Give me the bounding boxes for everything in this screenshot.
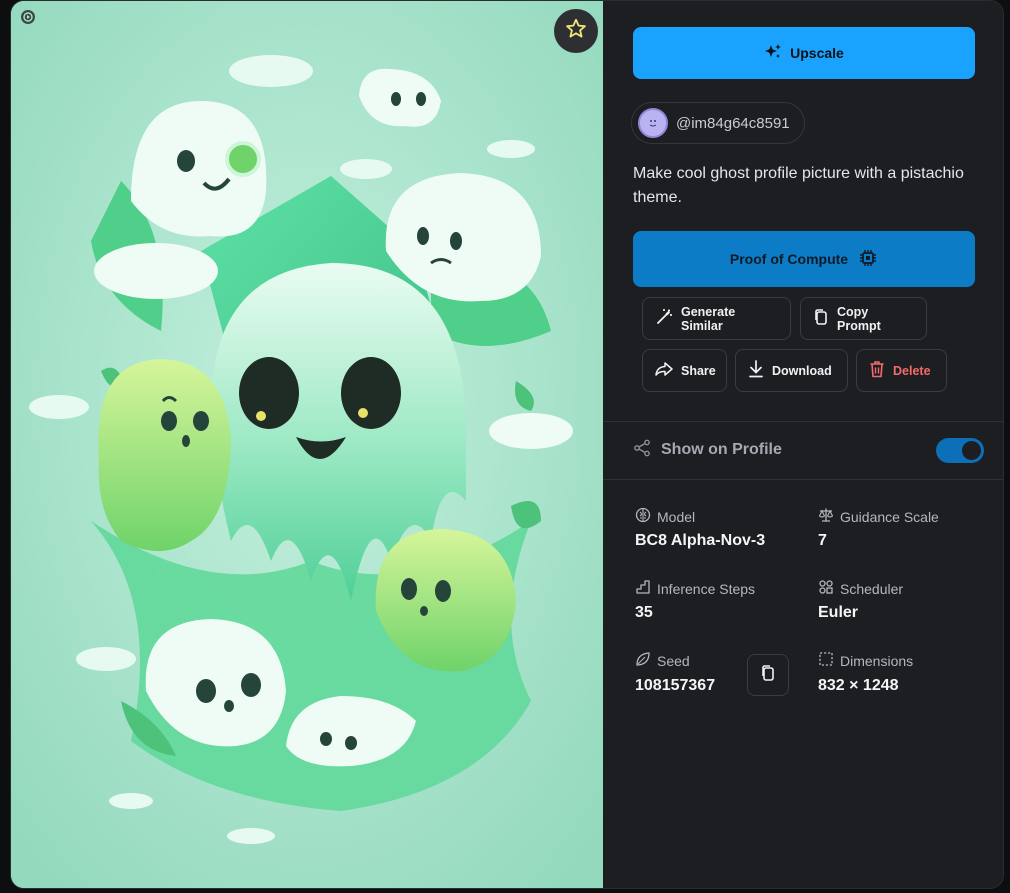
steps-icon	[635, 579, 651, 598]
prompt-text: Make cool ghost profile picture with a p…	[633, 165, 964, 206]
sparkles-icon	[764, 43, 782, 64]
share-icon	[655, 361, 673, 380]
star-icon	[564, 17, 588, 46]
leaf-icon	[635, 651, 651, 670]
play-icon[interactable]	[21, 10, 35, 24]
show-on-profile-row: Show on Profile	[633, 433, 983, 467]
delete-button[interactable]: Delete	[856, 349, 947, 392]
divider	[603, 479, 1003, 480]
download-icon	[748, 360, 764, 381]
brain-icon	[635, 507, 651, 526]
dimensions-value: 832 × 1248	[818, 677, 899, 694]
copy-icon	[760, 664, 776, 687]
trash-icon	[869, 360, 885, 381]
proof-label: Proof of Compute	[729, 251, 849, 267]
scheduler-icon	[818, 579, 834, 598]
proof-of-compute-button[interactable]: Proof of Compute	[633, 231, 975, 287]
scheduler-value: Euler	[818, 604, 859, 621]
image-detail-card: Upscale @im84g64c8591 Make cool ghost pr…	[10, 0, 1004, 889]
upscale-button[interactable]: Upscale	[633, 27, 975, 79]
share-label: Share	[681, 363, 716, 378]
divider	[603, 421, 1003, 422]
download-label: Download	[772, 363, 832, 378]
download-button[interactable]: Download	[735, 349, 848, 392]
user-handle: @im84g64c8591	[676, 114, 790, 132]
details-panel: Upscale @im84g64c8591 Make cool ghost pr…	[603, 1, 1003, 888]
share-button[interactable]: Share	[642, 349, 727, 392]
copy-seed-button[interactable]	[747, 654, 789, 696]
seed-value: 108157367	[635, 677, 716, 694]
dimensions-label: Dimensions	[818, 651, 913, 670]
copy-icon	[813, 308, 829, 329]
guidance-scale-label: Guidance Scale	[818, 507, 939, 526]
magic-wand-icon	[655, 308, 673, 329]
chip-icon	[858, 248, 878, 271]
seed-label: Seed	[635, 651, 690, 670]
user-chip[interactable]: @im84g64c8591	[631, 102, 805, 144]
toggle-knob	[962, 441, 981, 460]
share-nodes-icon	[633, 439, 651, 462]
copy-prompt-label: Copy Prompt	[837, 304, 881, 333]
copy-prompt-button[interactable]: Copy Prompt	[800, 297, 927, 340]
scheduler-label: Scheduler	[818, 579, 903, 598]
favorite-button[interactable]	[554, 9, 598, 53]
inference-steps-value: 35	[635, 604, 653, 621]
model-label: Model	[635, 507, 695, 526]
scale-icon	[818, 507, 834, 526]
show-on-profile-toggle[interactable]	[936, 438, 984, 463]
window: Upscale @im84g64c8591 Make cool ghost pr…	[0, 0, 1010, 893]
guidance-scale-value: 7	[818, 532, 827, 549]
dimensions-icon	[818, 651, 834, 670]
ghost-illustration	[11, 1, 603, 888]
model-value: BC8 Alpha-Nov-3	[635, 532, 766, 549]
show-on-profile-label: Show on Profile	[661, 441, 782, 458]
delete-label: Delete	[893, 363, 931, 378]
inference-steps-label: Inference Steps	[635, 579, 755, 598]
upscale-label: Upscale	[790, 45, 844, 61]
generate-similar-button[interactable]: Generate Similar	[642, 297, 791, 340]
avatar	[638, 108, 668, 138]
generated-image[interactable]	[11, 1, 603, 888]
generate-similar-label: Generate Similar	[681, 304, 736, 333]
